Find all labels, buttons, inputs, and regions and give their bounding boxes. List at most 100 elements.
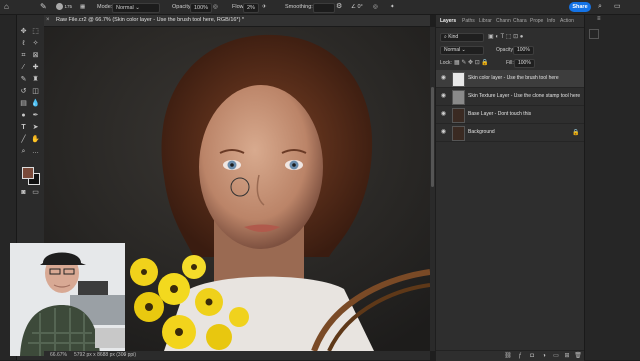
tab-properties[interactable]: Prope — [530, 15, 543, 27]
right-panel-dock: ≡ — [584, 15, 640, 360]
tab-channels[interactable]: Chann — [496, 15, 511, 27]
blend-mode-dropdown[interactable]: Normal ⌄ — [440, 46, 484, 55]
tab-info[interactable]: Info — [547, 15, 555, 27]
tab-character[interactable]: Chara — [513, 15, 527, 27]
visibility-eye-icon[interactable]: ◉ — [440, 111, 447, 118]
mode-label: Mode: — [97, 4, 113, 10]
layers-panel: Layers Paths Librar Chann Chara Prope In… — [436, 15, 584, 360]
pen-tool-icon[interactable]: ✒ — [31, 111, 40, 120]
options-bar: ⌂ ✎ 175 ▦ Mode: Normal ⌄ Opacity: 100% ◎… — [0, 0, 640, 15]
layer-mask-icon[interactable]: ◘ — [528, 352, 536, 360]
marquee-tool-icon[interactable]: ⬚ — [31, 27, 40, 36]
visibility-eye-icon[interactable]: ◉ — [440, 129, 447, 136]
tab-actions[interactable]: Action — [560, 15, 574, 27]
brush-tool-icon[interactable]: ✎ — [40, 0, 47, 14]
document-tab[interactable]: Raw File.cr2 @ 66.7% (Skin color layer -… — [44, 15, 430, 27]
panel-menu-icon[interactable]: ≡ — [597, 16, 601, 22]
screen-mode-icon[interactable]: ▭ — [31, 188, 40, 197]
path-select-icon[interactable]: ➤ — [31, 123, 40, 132]
hand-tool-icon[interactable]: ✋ — [31, 135, 40, 144]
smoothing-field[interactable] — [313, 3, 335, 13]
gradient-icon[interactable]: ▤ — [19, 99, 28, 108]
airbrush-icon[interactable]: ✈ — [262, 0, 267, 14]
quick-select-icon[interactable]: ✧ — [31, 39, 40, 48]
angle-field[interactable]: ∠ 0° — [351, 0, 363, 14]
tab-libraries[interactable]: Librar — [479, 15, 492, 27]
brush-size-value: 175 — [64, 4, 73, 9]
kind-filter-dropdown[interactable]: ⌕ Kind — [440, 33, 484, 42]
webcam-overlay — [10, 243, 125, 356]
close-icon[interactable]: × — [46, 15, 50, 26]
tab-layers[interactable]: Layers — [440, 15, 456, 27]
lock-icons[interactable]: ▦ ✎ ✥ ⊡ 🔒 — [454, 59, 489, 68]
brush-settings-icon[interactable]: ▦ — [80, 0, 85, 14]
healing-brush-icon[interactable]: ✚ — [31, 63, 40, 72]
opacity-field[interactable]: 100% — [190, 3, 213, 13]
eraser-icon[interactable]: ◫ — [31, 87, 40, 96]
home-icon[interactable]: ⌂ — [4, 0, 9, 14]
gear-icon[interactable]: ⚙ — [336, 0, 342, 14]
chevron-right-icon[interactable]: › — [124, 351, 126, 360]
fill-label: Fill: — [506, 60, 514, 66]
new-group-icon[interactable]: ▭ — [552, 352, 560, 360]
lasso-tool-icon[interactable]: ℓ — [19, 39, 28, 48]
foreground-color-swatch[interactable] — [22, 167, 34, 179]
filter-icons[interactable]: ▣ ◐ T ⬚ ⊡ ● — [488, 33, 523, 40]
new-layer-icon[interactable]: ⊞ — [563, 352, 571, 360]
workspace-icon[interactable]: ▭ — [614, 0, 621, 14]
brush-preset-picker[interactable]: 175 — [56, 0, 72, 14]
dock-panel-icon[interactable] — [589, 29, 599, 39]
link-layers-icon[interactable]: ⛓ — [504, 352, 512, 360]
eyedropper-icon[interactable]: ⁄ — [19, 63, 28, 72]
layer-row-skin-texture[interactable]: ◉ Skin Texture Layer - Use the clone sta… — [436, 88, 584, 106]
tab-paths[interactable]: Paths — [462, 15, 475, 27]
visibility-eye-icon[interactable]: ◉ — [440, 93, 447, 100]
crop-tool-icon[interactable]: ⌗ — [19, 51, 28, 60]
panel-tabs: Layers Paths Librar Chann Chara Prope In… — [436, 15, 584, 28]
quick-mask-icon[interactable]: ◙ — [19, 188, 28, 197]
brush-tool-icon[interactable]: ✎ — [19, 75, 28, 84]
layer-row-background[interactable]: ◉ Background 🔒 — [436, 124, 584, 142]
smoothing-label: Smoothing: — [285, 4, 313, 10]
layer-name: Base Layer - Dont touch this — [468, 111, 532, 117]
mode-dropdown[interactable]: Normal ⌄ — [112, 3, 160, 13]
dodge-tool-icon[interactable]: ● — [19, 111, 28, 120]
history-brush-icon[interactable]: ↺ — [19, 87, 28, 96]
blur-tool-icon[interactable]: 💧 — [31, 99, 40, 108]
frame-tool-icon[interactable]: ⊠ — [31, 51, 40, 60]
move-tool-icon[interactable]: ✥ — [19, 27, 28, 36]
trash-icon[interactable]: 🗑 — [574, 352, 582, 360]
mode-value: Normal — [116, 5, 134, 11]
share-button[interactable]: Share — [569, 2, 591, 12]
type-tool-icon[interactable]: T — [19, 123, 28, 132]
adjustment-layer-icon[interactable]: ◑ — [540, 352, 548, 360]
layer-style-icon[interactable]: ƒ — [516, 352, 524, 360]
pressure-opacity-icon[interactable]: ◎ — [213, 0, 218, 14]
zoom-level[interactable]: 66.67% — [50, 351, 67, 360]
vertical-scrollbar[interactable] — [430, 27, 435, 351]
layer-row-skin-color[interactable]: ◉ Skin color layer - Use the brush tool … — [436, 70, 584, 88]
kind-label: Kind — [448, 34, 459, 40]
more-tools-icon[interactable]: … — [31, 147, 40, 156]
flow-field[interactable]: 2% — [243, 3, 259, 13]
symmetry-icon[interactable]: ✦ — [390, 0, 395, 14]
fill-field[interactable]: 100% — [514, 59, 535, 68]
search-icon[interactable]: ⌕ — [598, 0, 602, 14]
lock-row: Lock: ▦ ✎ ✥ ⊡ 🔒 Fill: 100% — [436, 58, 584, 68]
document-title: Raw File.cr2 @ 66.7% (Skin color layer -… — [56, 17, 245, 23]
zoom-tool-icon[interactable]: ⌕ — [19, 147, 28, 156]
lock-icon[interactable]: 🔒 — [572, 129, 579, 136]
layer-row-base[interactable]: ◉ Base Layer - Dont touch this — [436, 106, 584, 124]
layer-thumbnail — [452, 72, 465, 87]
clone-stamp-icon[interactable]: ♜ — [31, 75, 40, 84]
layer-name: Skin Texture Layer - Use the clone stamp… — [468, 93, 581, 99]
line-tool-icon[interactable]: ╱ — [19, 135, 28, 144]
layers-panel-footer: ⛓ ƒ ◘ ◑ ▭ ⊞ 🗑 — [436, 350, 584, 361]
scroll-thumb[interactable] — [431, 87, 434, 187]
document-info[interactable]: 5792 px x 8688 px (300 ppi) — [74, 351, 136, 360]
face-shape — [199, 85, 323, 249]
layer-opacity-field[interactable]: 100% — [513, 46, 534, 55]
status-bar: 66.67% 5792 px x 8688 px (300 ppi) › — [44, 351, 430, 360]
visibility-eye-icon[interactable]: ◉ — [440, 75, 447, 82]
pressure-size-icon[interactable]: ◎ — [373, 0, 378, 14]
